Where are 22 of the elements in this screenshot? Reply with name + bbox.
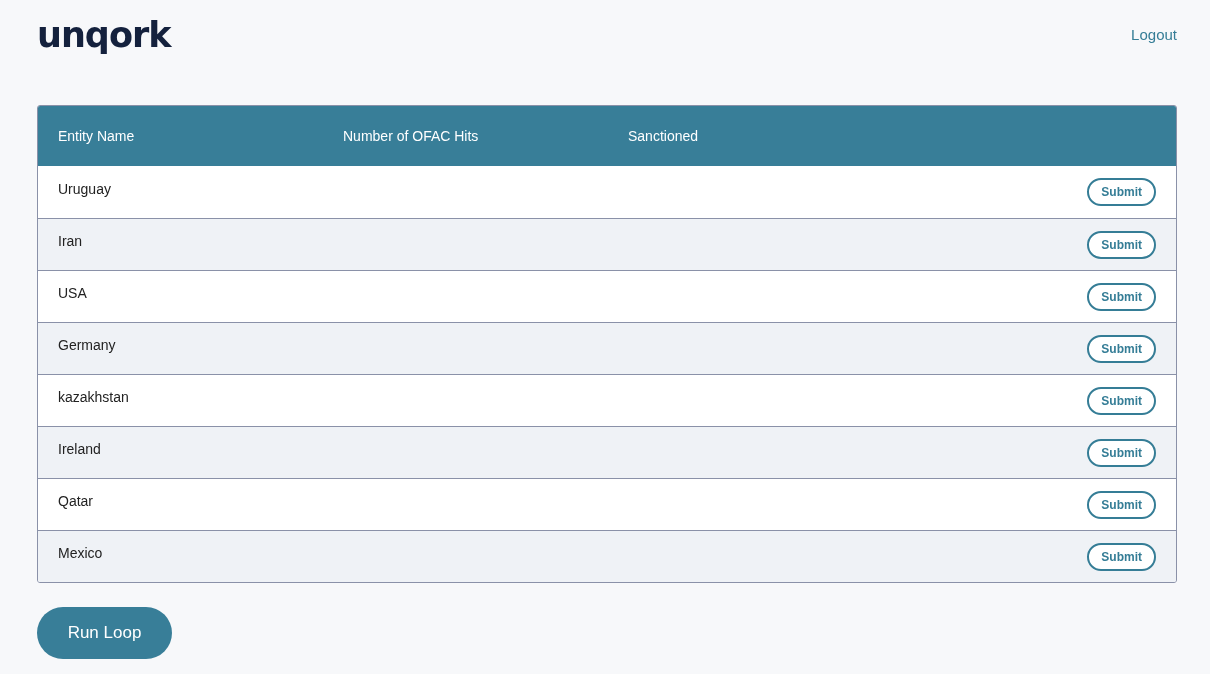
entity-name: Mexico xyxy=(58,544,103,563)
logo: unqork xyxy=(37,17,171,53)
submit-button[interactable]: Submit xyxy=(1087,542,1156,571)
submit-button[interactable]: Submit xyxy=(1087,490,1156,519)
entity-name: USA xyxy=(58,284,87,303)
submit-button[interactable]: Submit xyxy=(1087,282,1156,311)
entity-name: kazakhstan xyxy=(58,388,129,407)
column-header: Entity Name xyxy=(58,127,135,144)
entity-name: Ireland xyxy=(58,440,101,459)
submit-button[interactable]: Submit xyxy=(1087,178,1156,206)
column-header: Number of OFAC Hits xyxy=(343,127,479,144)
submit-button[interactable]: Submit xyxy=(1087,386,1156,415)
entity-name: Uruguay xyxy=(58,179,111,199)
column-header: Sanctioned xyxy=(628,127,699,144)
entity-name: Germany xyxy=(58,336,116,355)
submit-button[interactable]: Submit xyxy=(1087,438,1156,467)
entity-name: Qatar xyxy=(58,492,93,511)
submit-button[interactable]: Submit xyxy=(1087,230,1156,259)
logout-link[interactable]: Logout xyxy=(1131,23,1177,47)
submit-button[interactable]: Submit xyxy=(1087,334,1156,363)
entity-name: Iran xyxy=(58,232,83,251)
run-loop-button[interactable]: Run Loop xyxy=(37,607,172,659)
